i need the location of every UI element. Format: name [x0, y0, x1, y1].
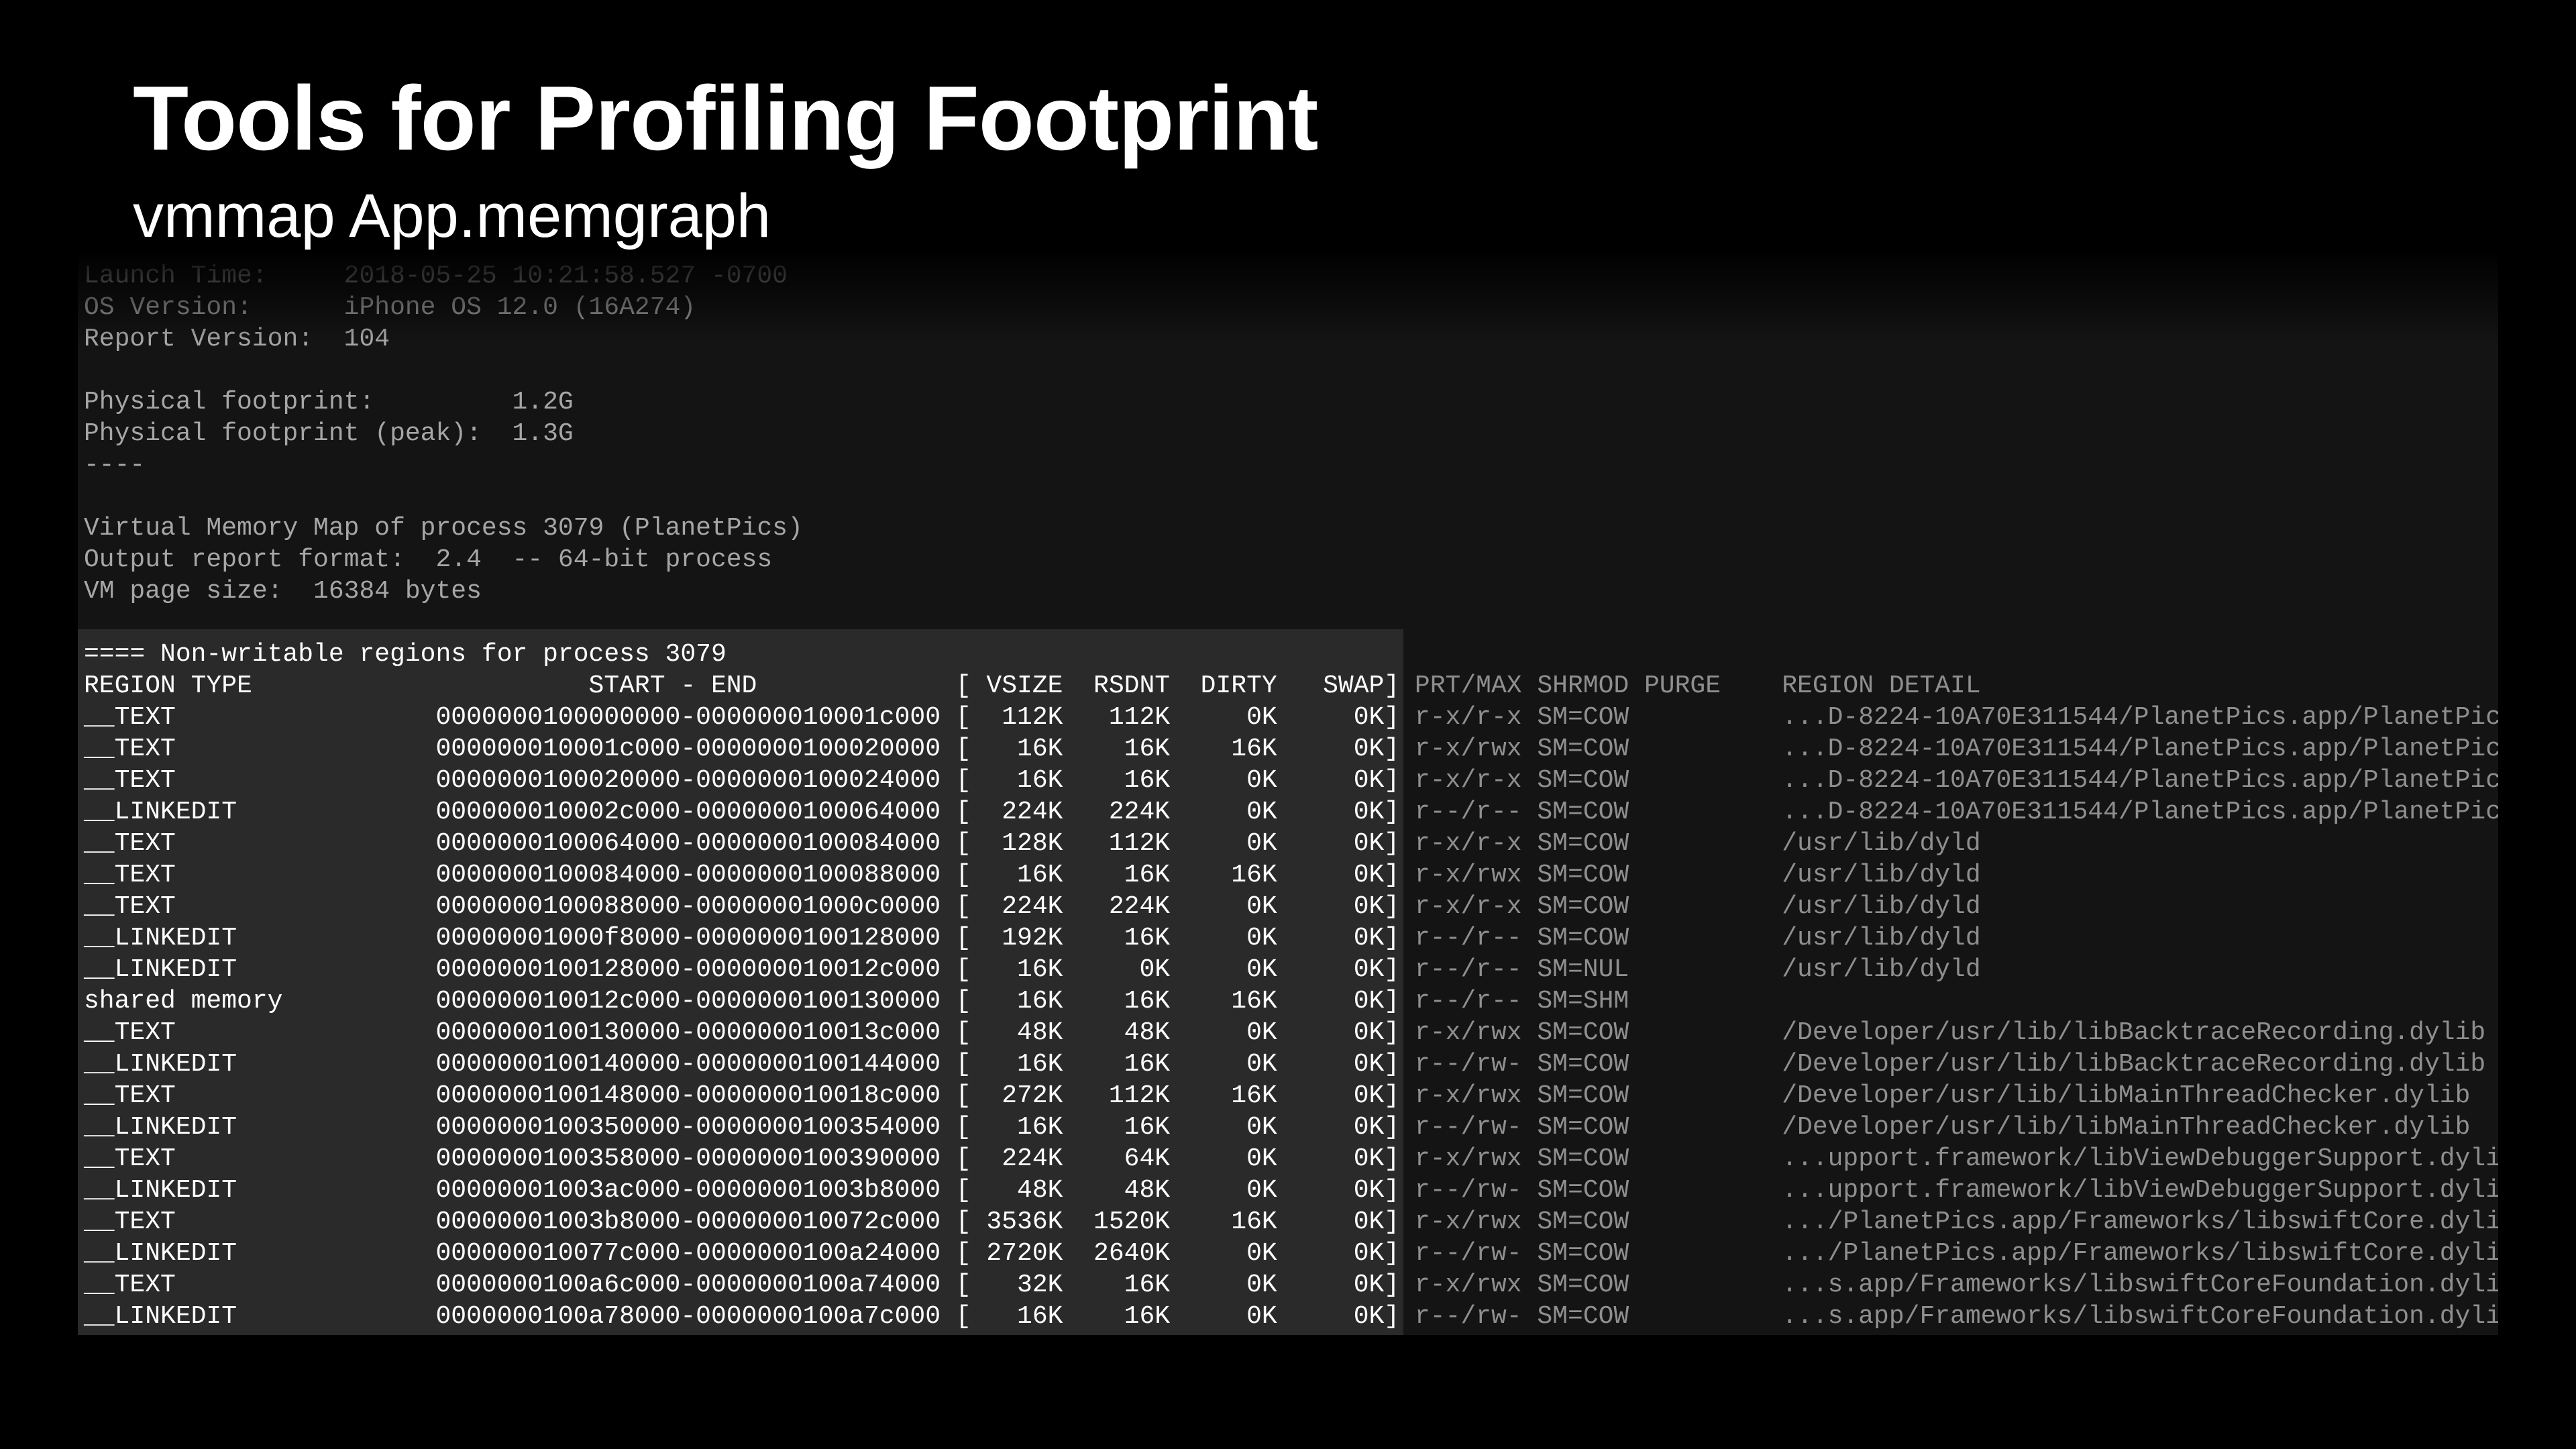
- row-region-values: __TEXT 0000000100020000-0000000100024000…: [84, 766, 1400, 795]
- row-region-detail: r-x/rwx SM=COW /usr/lib/dyld: [1399, 861, 1981, 890]
- os-version-line: OS Version: iPhone OS 12.0 (16A274): [84, 293, 696, 322]
- table-row: __LINKEDIT 0000000100128000-000000010012…: [84, 954, 2498, 985]
- table-row: __TEXT 0000000100064000-0000000100084000…: [84, 828, 2498, 859]
- row-region-values: __TEXT 0000000100084000-0000000100088000…: [84, 861, 1400, 890]
- row-region-values: __LINKEDIT 00000001003ac000-00000001003b…: [84, 1176, 1400, 1205]
- section-title: ==== Non-writable regions for process 30…: [84, 640, 727, 669]
- row-region-values: __TEXT 00000001003b8000-000000010072c000…: [84, 1208, 1400, 1236]
- row-region-values: __TEXT 0000000100088000-00000001000c0000…: [84, 892, 1400, 921]
- row-region-values: __TEXT 0000000100130000-000000010013c000…: [84, 1018, 1400, 1047]
- launch-time-line: Launch Time: 2018-05-25 10:21:58.527 -07…: [84, 262, 788, 290]
- row-region-values: __TEXT 0000000100148000-000000010018c000…: [84, 1081, 1400, 1110]
- row-region-detail: r--/rw- SM=COW /Developer/usr/lib/libBac…: [1399, 1050, 2486, 1079]
- row-region-detail: r-x/r-x SM=COW /usr/lib/dyld: [1399, 829, 1981, 858]
- table-row: __TEXT 0000000100130000-000000010013c000…: [84, 1017, 2498, 1049]
- row-region-values: __LINKEDIT 000000010077c000-0000000100a2…: [84, 1239, 1400, 1268]
- row-region-values: __TEXT 0000000100358000-0000000100390000…: [84, 1144, 1400, 1173]
- row-region-values: __LINKEDIT 0000000100128000-000000010012…: [84, 955, 1400, 984]
- row-region-values: __TEXT 0000000100000000-000000010001c000…: [84, 703, 1400, 732]
- row-region-values: __TEXT 000000010001c000-0000000100020000…: [84, 735, 1400, 763]
- slide-header: Tools for Profiling Footprint vmmap App.…: [133, 60, 2414, 256]
- row-region-values: __LINKEDIT 0000000100140000-000000010014…: [84, 1050, 1400, 1079]
- table-row: __LINKEDIT 00000001003ac000-00000001003b…: [84, 1175, 2498, 1206]
- terminal-output: Launch Time: 2018-05-25 10:21:58.527 -07…: [78, 255, 2498, 1335]
- table-row: __TEXT 000000010001c000-0000000100020000…: [84, 733, 2498, 765]
- table-header-right: PRT/MAX SHRMOD PURGE REGION DETAIL: [1399, 672, 1981, 700]
- row-region-detail: r-x/rwx SM=COW ...s.app/Frameworks/libsw…: [1399, 1271, 2498, 1299]
- row-region-values: __LINKEDIT 000000010002c000-000000010006…: [84, 798, 1400, 826]
- physical-footprint-peak-line: Physical footprint (peak): 1.3G: [84, 419, 574, 448]
- table-row: __TEXT 0000000100358000-0000000100390000…: [84, 1143, 2498, 1175]
- table-header: REGION TYPE START - END [ VSIZE RSDNT DI…: [84, 670, 2498, 702]
- table-row: __TEXT 0000000100148000-000000010018c000…: [84, 1080, 2498, 1112]
- row-region-detail: r--/r-- SM=COW /usr/lib/dyld: [1399, 924, 1981, 953]
- row-region-values: shared memory 000000010012c000-000000010…: [84, 987, 1400, 1016]
- report-version-line: Report Version: 104: [84, 325, 390, 354]
- row-region-detail: r-x/rwx SM=COW /Developer/usr/lib/libMai…: [1399, 1081, 2471, 1110]
- region-rows: __TEXT 0000000100000000-000000010001c000…: [84, 702, 2498, 1332]
- row-region-detail: r--/rw- SM=COW ...upport.framework/libVi…: [1399, 1176, 2498, 1205]
- row-region-values: __TEXT 0000000100064000-0000000100084000…: [84, 829, 1400, 858]
- page-size-line: VM page size: 16384 bytes: [84, 577, 482, 606]
- row-region-detail: r--/r-- SM=SHM: [1399, 987, 1629, 1016]
- terminal-lines: Launch Time: 2018-05-25 10:21:58.527 -07…: [84, 260, 2498, 1332]
- row-region-detail: r--/rw- SM=COW .../PlanetPics.app/Framew…: [1399, 1239, 2498, 1268]
- vm-map-title-line: Virtual Memory Map of process 3079 (Plan…: [84, 514, 803, 543]
- row-region-detail: r-x/r-x SM=COW ...D-8224-10A70E311544/Pl…: [1399, 766, 2498, 795]
- row-region-values: __LINKEDIT 00000001000f8000-000000010012…: [84, 924, 1400, 953]
- separator-line: ----: [84, 451, 146, 480]
- physical-footprint-line: Physical footprint: 1.2G: [84, 388, 574, 417]
- row-region-detail: r-x/rwx SM=COW ...D-8224-10A70E311544/Pl…: [1399, 735, 2498, 763]
- row-region-detail: r-x/rwx SM=COW ...upport.framework/libVi…: [1399, 1144, 2498, 1173]
- row-region-detail: r-x/rwx SM=COW .../PlanetPics.app/Framew…: [1399, 1208, 2498, 1236]
- table-row: __TEXT 0000000100020000-0000000100024000…: [84, 765, 2498, 796]
- table-row: __LINKEDIT 0000000100a78000-0000000100a7…: [84, 1301, 2498, 1332]
- table-row: __LINKEDIT 0000000100350000-000000010035…: [84, 1112, 2498, 1143]
- slide-title: Tools for Profiling Footprint: [133, 67, 1318, 169]
- row-region-detail: r--/rw- SM=COW /Developer/usr/lib/libMai…: [1399, 1113, 2471, 1142]
- slide-subtitle: vmmap App.memgraph: [133, 182, 771, 250]
- row-region-detail: r-x/rwx SM=COW /Developer/usr/lib/libBac…: [1399, 1018, 2486, 1047]
- table-row: __LINKEDIT 0000000100140000-000000010014…: [84, 1049, 2498, 1080]
- table-row: __TEXT 0000000100084000-0000000100088000…: [84, 859, 2498, 891]
- row-region-detail: r--/rw- SM=COW ...s.app/Frameworks/libsw…: [1399, 1302, 2498, 1331]
- table-row: __LINKEDIT 000000010002c000-000000010006…: [84, 796, 2498, 828]
- row-region-detail: r-x/r-x SM=COW ...D-8224-10A70E311544/Pl…: [1399, 703, 2498, 732]
- row-region-values: __TEXT 0000000100a6c000-0000000100a74000…: [84, 1271, 1400, 1299]
- table-row: __LINKEDIT 000000010077c000-0000000100a2…: [84, 1238, 2498, 1269]
- row-region-detail: r--/r-- SM=NUL /usr/lib/dyld: [1399, 955, 1981, 984]
- report-format-line: Output report format: 2.4 -- 64-bit proc…: [84, 545, 773, 574]
- table-row: __LINKEDIT 00000001000f8000-000000010012…: [84, 922, 2498, 954]
- row-region-values: __LINKEDIT 0000000100350000-000000010035…: [84, 1113, 1400, 1142]
- table-row: __TEXT 0000000100088000-00000001000c0000…: [84, 891, 2498, 922]
- table-header-left: REGION TYPE START - END [ VSIZE RSDNT DI…: [84, 672, 1400, 700]
- row-region-detail: r--/r-- SM=COW ...D-8224-10A70E311544/Pl…: [1399, 798, 2498, 826]
- row-region-detail: r-x/r-x SM=COW /usr/lib/dyld: [1399, 892, 1981, 921]
- table-row: __TEXT 0000000100000000-000000010001c000…: [84, 702, 2498, 733]
- table-row: __TEXT 00000001003b8000-000000010072c000…: [84, 1206, 2498, 1238]
- table-row: shared memory 000000010012c000-000000010…: [84, 985, 2498, 1017]
- table-row: __TEXT 0000000100a6c000-0000000100a74000…: [84, 1269, 2498, 1301]
- row-region-values: __LINKEDIT 0000000100a78000-0000000100a7…: [84, 1302, 1400, 1331]
